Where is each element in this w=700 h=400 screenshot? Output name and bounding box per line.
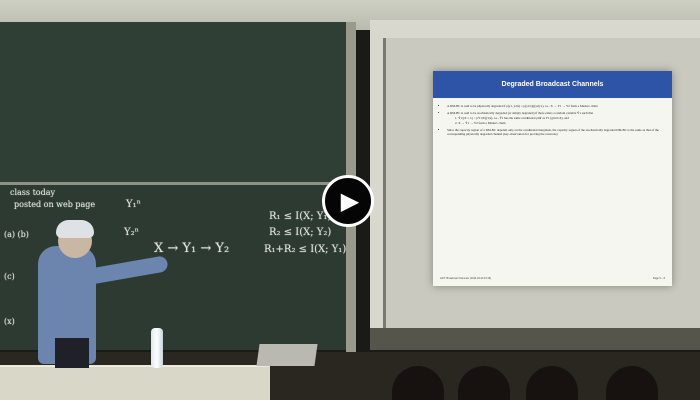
chalk-markov-chain: X → Y₁ → Y₂ bbox=[154, 241, 230, 256]
chalk-label-y2: Y₂ⁿ bbox=[124, 227, 139, 238]
lecturer-hair bbox=[56, 220, 94, 238]
video-frame[interactable]: class today posted on web page (a) (b) (… bbox=[0, 0, 700, 400]
slide-page-number: Page 5 – 8 bbox=[652, 277, 665, 280]
slide-title: Degraded Broadcast Channels bbox=[433, 71, 672, 98]
slide-subitem: 2. X → Ỹ1 → Y2 form a Markov chain bbox=[455, 121, 506, 126]
chalk-line: posted on web page bbox=[14, 200, 96, 209]
slide-bullet: A DM-BC is said to be stochastically deg… bbox=[447, 111, 675, 125]
chalk-rate-bound: R₁+R₂ ≤ I(X; Y₁) bbox=[264, 244, 347, 255]
screen-housing bbox=[370, 328, 700, 350]
chalk-rate-bound: R₁ ≤ I(X; Y₁) bbox=[269, 211, 332, 222]
slide-bullet-text: A DM-BC is said to be stochastically deg… bbox=[447, 111, 594, 116]
slide-footer-left: LNIT: Broadcast Channels (2010-03-20 15:… bbox=[440, 277, 492, 280]
slide-bullet: A DM-BC is said to be physically degrade… bbox=[447, 104, 675, 108]
blackboard-upper bbox=[0, 22, 350, 185]
play-icon: ▶ bbox=[340, 187, 360, 215]
slide-bullet-list: A DM-BC is said to be physically degrade… bbox=[439, 104, 675, 140]
laptop bbox=[256, 344, 318, 366]
projected-slide: Degraded Broadcast Channels A DM-BC is s… bbox=[433, 71, 672, 286]
slide-subitem: 1. Ỹ1|{X = x} ~ pY1|X(ỹ1|x), i.e., Ỹ1 ha… bbox=[455, 116, 569, 121]
chalk-line: (c) bbox=[4, 272, 15, 281]
chalk-label-y1: Y₁ⁿ bbox=[126, 199, 141, 210]
chalk-line: class today bbox=[10, 188, 56, 197]
play-button[interactable]: ▶ bbox=[322, 175, 374, 227]
slide-footer: LNIT: Broadcast Channels (2010-03-20 15:… bbox=[440, 277, 665, 280]
lecture-desk bbox=[0, 365, 270, 400]
chalk-line: (x) bbox=[4, 317, 15, 326]
slide-bullet: Since the capacity region of a DM-BC dep… bbox=[447, 128, 675, 136]
lecturer-pants bbox=[55, 338, 89, 368]
chalk-line: (a) (b) bbox=[4, 230, 29, 239]
chalk-rate-bound: R₂ ≤ I(X; Y₂) bbox=[269, 227, 332, 238]
water-bottle bbox=[151, 328, 163, 368]
slide-sublist: 1. Ỹ1|{X = x} ~ pY1|X(ỹ1|x), i.e., Ỹ1 ha… bbox=[447, 116, 675, 125]
